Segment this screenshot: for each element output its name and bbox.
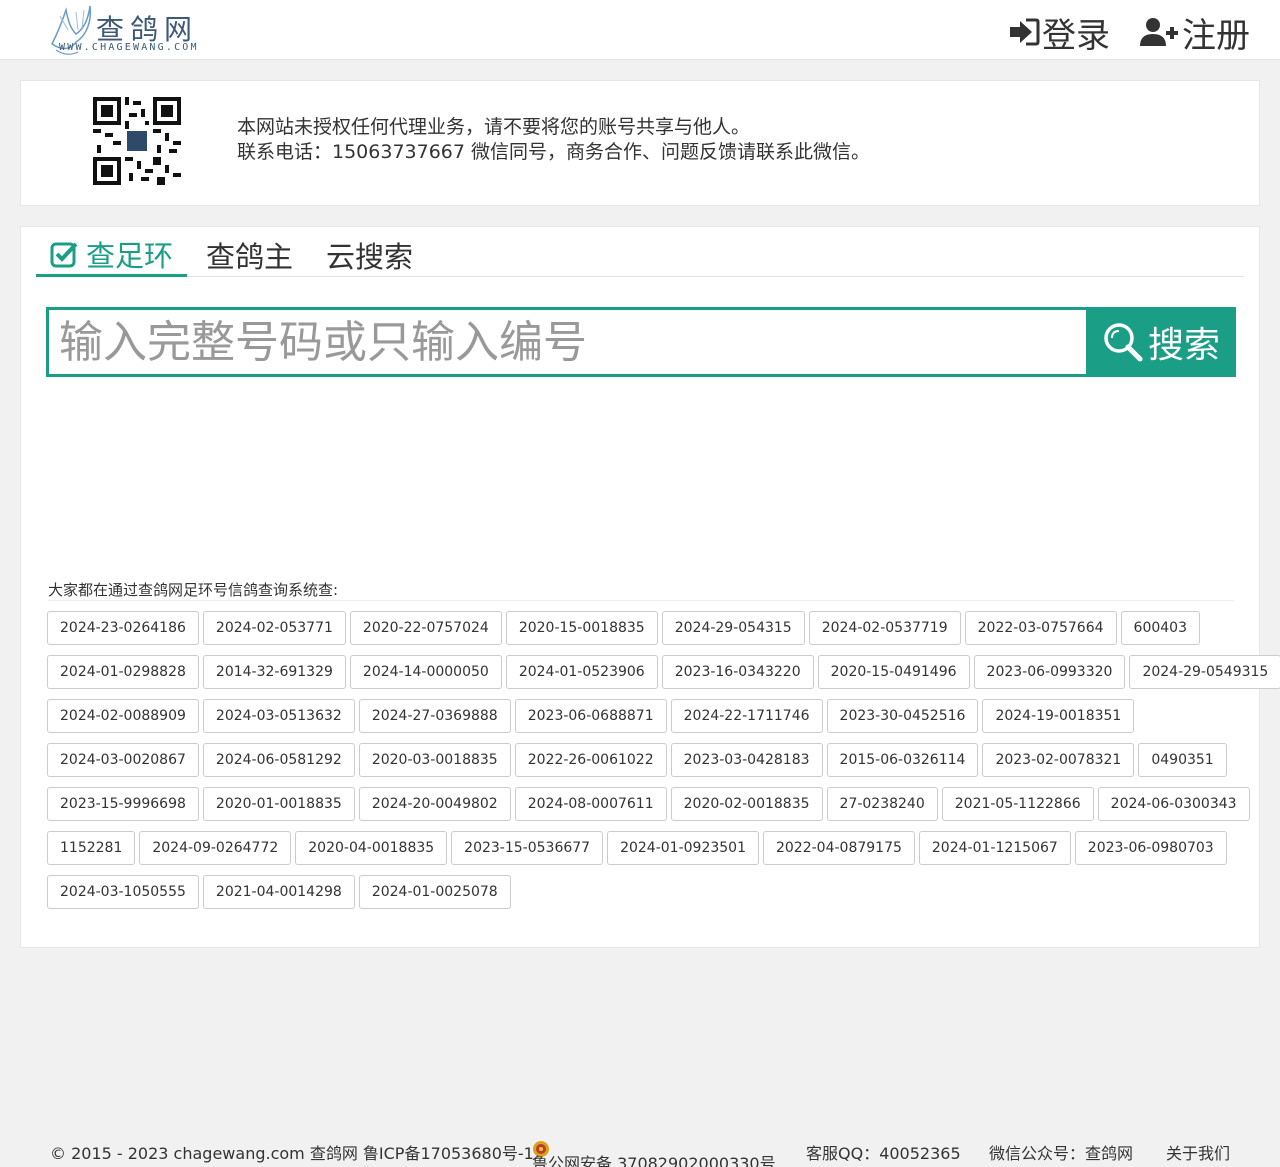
recent-ring-tag[interactable]: 2023-02-0078321 [982, 743, 1135, 777]
recent-ring-tag[interactable]: 2023-15-9996698 [47, 787, 199, 821]
user-plus-icon [1140, 18, 1178, 46]
recent-ring-tag[interactable]: 27-0238240 [826, 787, 938, 821]
recent-ring-tag[interactable]: 2024-06-0581292 [202, 743, 355, 777]
recent-ring-tag[interactable]: 2024-02-053771 [202, 611, 346, 645]
recent-ring-tag[interactable]: 2024-08-0007611 [514, 787, 667, 821]
recent-searches-list: 2024-23-0264186 2024-02-053771 2020-22-075… [47, 611, 1280, 919]
footer-qq: 客服QQ：40052365 [806, 1144, 961, 1163]
tab-label: 云搜索 [326, 240, 414, 274]
top-header: 查鸽网 WWW.CHAGEWANG.COM 登录 注册 [0, 0, 1280, 60]
tag-row: 2024-02-0088909 2024-03-0513632 2024-27-03… [47, 699, 1247, 743]
recent-ring-tag[interactable]: 2024-19-0018351 [982, 699, 1135, 733]
recent-ring-tag[interactable]: 2023-06-0993320 [973, 655, 1126, 689]
notice-line-1: 本网站未授权任何代理业务，请不要将您的账号共享与他人。 [237, 116, 751, 138]
recent-ring-tag[interactable]: 2023-06-0688871 [514, 699, 667, 733]
search-input[interactable] [46, 307, 1088, 377]
recent-ring-tag[interactable]: 2024-14-0000050 [349, 655, 502, 689]
recent-ring-tag[interactable]: 2024-03-0020867 [47, 743, 199, 777]
recent-ring-tag[interactable]: 2024-27-0369888 [358, 699, 511, 733]
login-link[interactable]: 登录 [1008, 10, 1110, 55]
footer-police-text: 鲁公网安备 37082902000330号 [532, 1154, 776, 1167]
recent-ring-tag[interactable]: 2024-02-0088909 [47, 699, 199, 733]
recent-ring-tag[interactable]: 2024-20-0049802 [358, 787, 511, 821]
tab-cloud-search[interactable]: 云搜索 [326, 233, 413, 277]
recent-ring-tag[interactable]: 2021-05-1122866 [941, 787, 1094, 821]
tag-row: 1152281 2024-09-0264772 2020-04-0018835 202… [47, 831, 1247, 875]
recent-ring-tag[interactable]: 2020-22-0757024 [349, 611, 502, 645]
recent-ring-tag[interactable]: 2022-03-0757664 [964, 611, 1117, 645]
tab-label: 查鸽主 [206, 240, 294, 274]
recent-ring-tag[interactable]: 2020-01-0018835 [202, 787, 355, 821]
recent-ring-tag[interactable]: 2021-04-0014298 [202, 875, 355, 909]
recent-ring-tag[interactable]: 2023-15-0536677 [451, 831, 604, 865]
recent-ring-tag[interactable]: 2024-29-0549315 [1129, 655, 1280, 689]
register-label: 注册 [1182, 16, 1250, 55]
footer-police-record[interactable]: 鲁公网安备 37082902000330号 [532, 1140, 776, 1167]
recent-ring-tag[interactable]: 2024-03-1050555 [47, 875, 199, 909]
recent-ring-tag[interactable]: 2024-23-0264186 [47, 611, 199, 645]
recent-ring-tag[interactable]: 2024-01-0025078 [358, 875, 511, 909]
recent-ring-tag[interactable]: 2024-01-1215067 [918, 831, 1071, 865]
tag-row: 2024-03-1050555 2021-04-0014298 2024-01-00… [47, 875, 1247, 919]
recent-ring-tag[interactable]: 2020-04-0018835 [295, 831, 448, 865]
notice-panel: 本网站未授权任何代理业务，请不要将您的账号共享与他人。 联系电话：1506373… [20, 80, 1260, 206]
tag-row: 2024-01-0298828 2014-32-691329 2024-14-000… [47, 655, 1280, 699]
recent-ring-tag[interactable]: 2024-22-1711746 [670, 699, 823, 733]
recent-ring-tag[interactable]: 2024-06-0300343 [1097, 787, 1250, 821]
recent-ring-tag[interactable]: 0490351 [1138, 743, 1227, 777]
footer: © 2015 - 2023 chagewang.com 查鸽网 鲁ICP备170… [0, 1130, 1280, 1167]
recent-ring-tag[interactable]: 1152281 [47, 831, 136, 865]
login-label: 登录 [1042, 16, 1110, 55]
tag-row: 2024-23-0264186 2024-02-053771 2020-22-075… [47, 611, 1247, 655]
recent-ring-tag[interactable]: 2024-02-0537719 [808, 611, 961, 645]
tag-row: 2023-15-9996698 2020-01-0018835 2024-20-00… [47, 787, 1250, 831]
recent-ring-tag[interactable]: 2014-32-691329 [202, 655, 346, 689]
recent-ring-tag[interactable]: 600403 [1120, 611, 1200, 645]
check-square-icon [50, 242, 78, 267]
footer-wechat: 微信公众号：查鸽网 [989, 1144, 1134, 1163]
search-button[interactable]: 搜索 [1086, 307, 1236, 377]
search-button-label: 搜索 [1147, 325, 1220, 366]
recent-ring-tag[interactable]: 2023-03-0428183 [670, 743, 823, 777]
search-tabs: 查足环 查鸽主 云搜索 [36, 227, 1244, 277]
logo-url: WWW.CHAGEWANG.COM [59, 42, 199, 53]
notice-text: 本网站未授权任何代理业务，请不要将您的账号共享与他人。 联系电话：1506373… [237, 115, 870, 165]
recent-ring-tag[interactable]: 2020-15-0018835 [505, 611, 658, 645]
register-link[interactable]: 注册 [1140, 10, 1250, 55]
recent-ring-tag[interactable]: 2020-03-0018835 [358, 743, 511, 777]
tag-row: 2024-03-0020867 2024-06-0581292 2020-03-00… [47, 743, 1247, 787]
tab-owner[interactable]: 查鸽主 [206, 233, 293, 277]
recent-ring-tag[interactable]: 2024-29-054315 [661, 611, 805, 645]
site-logo[interactable]: 查鸽网 WWW.CHAGEWANG.COM [46, 2, 226, 60]
search-panel: 查足环 查鸽主 云搜索 搜索 大家都在通过查鸽网足环号信鸽查询系统查: 2024… [20, 226, 1280, 948]
recent-ring-tag[interactable]: 2022-26-0061022 [514, 743, 667, 777]
recent-searches-title: 大家都在通过查鸽网足环号信鸽查询系统查: [48, 579, 1234, 601]
search-icon [1104, 323, 1143, 362]
recent-ring-tag[interactable]: 2024-01-0923501 [607, 831, 759, 865]
recent-ring-tag[interactable]: 2020-02-0018835 [670, 787, 823, 821]
footer-copyright: © 2015 - 2023 chagewang.com 查鸽网 鲁ICP备170… [50, 1144, 534, 1163]
recent-ring-tag[interactable]: 2023-30-0452516 [826, 699, 979, 733]
recent-ring-tag[interactable]: 2022-04-0879175 [762, 831, 915, 865]
tab-ring-number[interactable]: 查足环 [36, 233, 188, 277]
recent-ring-tag[interactable]: 2020-15-0491496 [817, 655, 970, 689]
recent-ring-tag[interactable]: 2015-06-0326114 [826, 743, 979, 777]
recent-ring-tag[interactable]: 2024-03-0513632 [202, 699, 355, 733]
footer-about-link[interactable]: 关于我们 [1166, 1140, 1230, 1164]
recent-ring-tag[interactable]: 2024-01-0523906 [505, 655, 658, 689]
recent-ring-tag[interactable]: 2024-09-0264772 [139, 831, 292, 865]
recent-ring-tag[interactable]: 2023-06-0980703 [1074, 831, 1227, 865]
wechat-qr-code [93, 97, 181, 185]
recent-ring-tag[interactable]: 2024-01-0298828 [47, 655, 199, 689]
recent-ring-tag[interactable]: 2023-16-0343220 [661, 655, 814, 689]
notice-line-2: 联系电话：15063737667 微信同号，商务合作、问题反馈请联系此微信。 [237, 141, 871, 163]
tab-label: 查足环 [86, 238, 174, 273]
sign-in-icon [1010, 18, 1040, 46]
